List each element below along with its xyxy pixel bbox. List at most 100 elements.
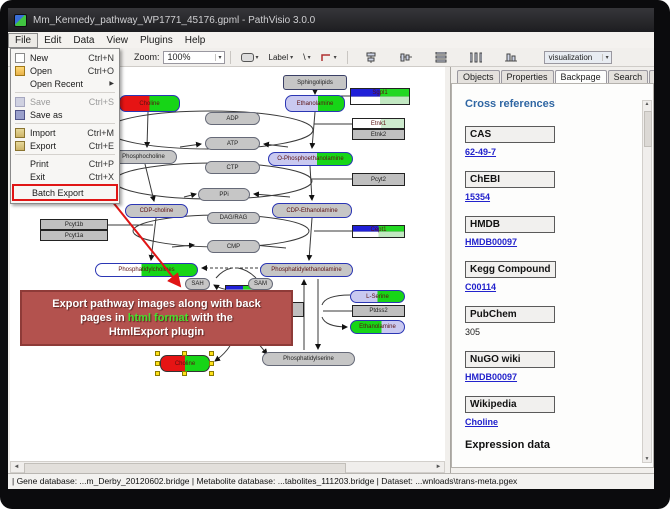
visualization-combobox[interactable]: visualization ▾ xyxy=(544,51,612,64)
xref-link[interactable]: C00114 xyxy=(465,282,627,292)
export-icon xyxy=(15,141,25,151)
node-cmp[interactable]: CMP xyxy=(207,240,260,253)
distribute-vertical-button[interactable] xyxy=(431,49,451,66)
node-sphingolipids[interactable]: Sphingolipids xyxy=(283,75,347,90)
node-atp[interactable]: ATP xyxy=(205,137,260,150)
menu-plugins[interactable]: Plugins xyxy=(134,34,179,47)
backpage-section-kegg: Kegg Compound C00114 xyxy=(465,259,627,292)
menu-item-save[interactable]: SaveCtrl+S xyxy=(12,95,118,108)
status-text: | Gene database: ...m_Derby_20120602.bri… xyxy=(12,476,517,486)
menu-item-new[interactable]: NewCtrl+N xyxy=(12,51,118,64)
selection-handle[interactable] xyxy=(209,351,214,356)
selection-handle[interactable] xyxy=(209,361,214,366)
selection-handle[interactable] xyxy=(182,371,187,376)
node-o-phosphoethanolamine[interactable]: O-Phosphoethanolamine xyxy=(268,152,353,166)
connector-tool-button[interactable]: ▾ xyxy=(317,49,341,66)
node-ethanolamine[interactable]: Ethanolamine xyxy=(285,95,345,112)
vscroll-thumb[interactable] xyxy=(644,111,652,147)
xref-link[interactable]: HMDB00097 xyxy=(465,237,627,247)
selection-handle[interactable] xyxy=(182,351,187,356)
align-bottom-icon xyxy=(505,52,517,63)
scroll-up-icon[interactable]: ▲ xyxy=(645,101,650,107)
datanode-tool-button[interactable]: ▾ xyxy=(237,49,263,66)
node-ppi[interactable]: PPi xyxy=(198,188,250,201)
selection-handle[interactable] xyxy=(155,351,160,356)
node-choline[interactable]: Choline xyxy=(119,95,180,112)
align-center-vertical-button[interactable] xyxy=(361,49,381,66)
chevron-down-icon[interactable]: ▾ xyxy=(308,54,311,61)
backpage-section-chebi: ChEBI 15354 xyxy=(465,169,627,202)
menu-item-exit[interactable]: ExitCtrl+X xyxy=(12,170,118,183)
zoom-combobox[interactable]: 100% ▾ xyxy=(163,51,225,64)
node-dag[interactable]: DAG/RAG xyxy=(207,212,260,224)
menu-view[interactable]: View xyxy=(100,34,134,47)
label-tool-button[interactable]: Label ▾ xyxy=(265,49,298,66)
screenshot-frame: Mm_Kennedy_pathway_WP1771_45176.gpml - P… xyxy=(0,0,670,509)
tab-search[interactable]: Search xyxy=(608,70,649,83)
selection-handle[interactable] xyxy=(155,371,160,376)
menu-item-import[interactable]: ImportCtrl+M xyxy=(12,126,118,139)
xref-link[interactable]: 62-49-7 xyxy=(465,147,627,157)
menu-separator xyxy=(15,123,115,124)
node-adp[interactable]: ADP xyxy=(205,112,260,125)
menu-data[interactable]: Data xyxy=(67,34,100,47)
panel-vscrollbar[interactable]: ▲ ▼ xyxy=(642,100,652,463)
line-tool-button[interactable]: \ ▾ xyxy=(299,49,315,66)
menu-file[interactable]: File xyxy=(8,33,38,48)
scroll-left-icon[interactable]: ◄ xyxy=(11,464,22,470)
node-etnk1[interactable]: Etnk1 xyxy=(352,118,405,129)
canvas-hscrollbar[interactable]: ◄ ► xyxy=(10,461,445,473)
node-sah[interactable]: SAH xyxy=(185,278,210,290)
node-phosphocholine[interactable]: Phosphocholine xyxy=(110,150,177,164)
distribute-horizontal-button[interactable] xyxy=(466,49,486,66)
menu-item-batch-export[interactable]: Batch Export xyxy=(12,184,118,201)
tab-legend[interactable]: Legend xyxy=(649,70,654,83)
align-bottom-button[interactable] xyxy=(501,49,521,66)
node-etnk2[interactable]: Etnk2 xyxy=(352,129,405,140)
scroll-right-icon[interactable]: ► xyxy=(433,464,444,470)
chevron-down-icon[interactable]: ▾ xyxy=(215,54,222,61)
node-sam[interactable]: SAM xyxy=(248,278,273,290)
xref-link[interactable]: 15354 xyxy=(465,192,627,202)
chevron-down-icon[interactable]: ▾ xyxy=(334,54,337,61)
node-ethanolamine-2[interactable]: Ethanolamine xyxy=(350,320,405,334)
node-pcyt1a[interactable]: Pcyt1a xyxy=(40,230,108,241)
menu-item-open[interactable]: OpenCtrl+O xyxy=(12,64,118,77)
selection-handle[interactable] xyxy=(209,371,214,376)
menu-edit[interactable]: Edit xyxy=(38,34,67,47)
menu-item-save-as[interactable]: Save as xyxy=(12,108,118,121)
node-pcyt1b[interactable]: Pcyt1b xyxy=(40,219,108,230)
chevron-down-icon[interactable]: ▾ xyxy=(256,54,259,61)
title-bar[interactable]: Mm_Kennedy_pathway_WP1771_45176.gpml - P… xyxy=(8,8,654,32)
chevron-down-icon[interactable]: ▾ xyxy=(290,54,293,61)
node-cept1[interactable]: Cept1 xyxy=(352,225,405,238)
node-cdp-choline[interactable]: CDP-choline xyxy=(125,204,188,218)
menu-item-export[interactable]: ExportCtrl+E xyxy=(12,139,118,152)
datasource-header: NuGO wiki xyxy=(465,351,555,368)
node-ptdss2[interactable]: Ptdss2 xyxy=(352,305,405,317)
node-sgpl1[interactable]: Sgpl1 xyxy=(350,88,410,105)
tab-properties[interactable]: Properties xyxy=(501,70,554,83)
node-phosphatidylserine[interactable]: Phosphatidylserine xyxy=(262,352,355,366)
xref-link[interactable]: HMDB00097 xyxy=(465,372,627,382)
menu-help[interactable]: Help xyxy=(179,34,212,47)
node-cdp-ethanolamine[interactable]: CDP-Ethanolamine xyxy=(272,203,352,218)
tab-backpage[interactable]: Backpage xyxy=(555,70,607,84)
chevron-down-icon[interactable]: ▾ xyxy=(602,54,609,61)
node-choline-selected[interactable]: Choline xyxy=(160,355,210,372)
node-l-serine[interactable]: L-Serine xyxy=(350,290,405,303)
align-center-horizontal-button[interactable] xyxy=(396,49,416,66)
datasource-header: CAS xyxy=(465,126,555,143)
node-pcyt2[interactable]: Pcyt2 xyxy=(352,173,405,186)
node-phosphatidylethanolamine[interactable]: Phosphatidylethanolamine xyxy=(260,263,353,277)
node-phosphatidylcholines[interactable]: Phosphatidylcholines xyxy=(95,263,198,277)
tab-objects[interactable]: Objects xyxy=(457,70,500,83)
menu-item-open-recent[interactable]: Open Recent▶ xyxy=(12,77,118,90)
node-ctp[interactable]: CTP xyxy=(205,161,260,174)
selection-handle[interactable] xyxy=(155,361,160,366)
menu-item-print[interactable]: PrintCtrl+P xyxy=(12,157,118,170)
xref-link[interactable]: Choline xyxy=(465,417,627,427)
submenu-arrow-icon: ▶ xyxy=(109,80,114,87)
scroll-down-icon[interactable]: ▼ xyxy=(645,456,650,462)
annotation-line-1: Export pathway images along with back xyxy=(22,298,291,310)
